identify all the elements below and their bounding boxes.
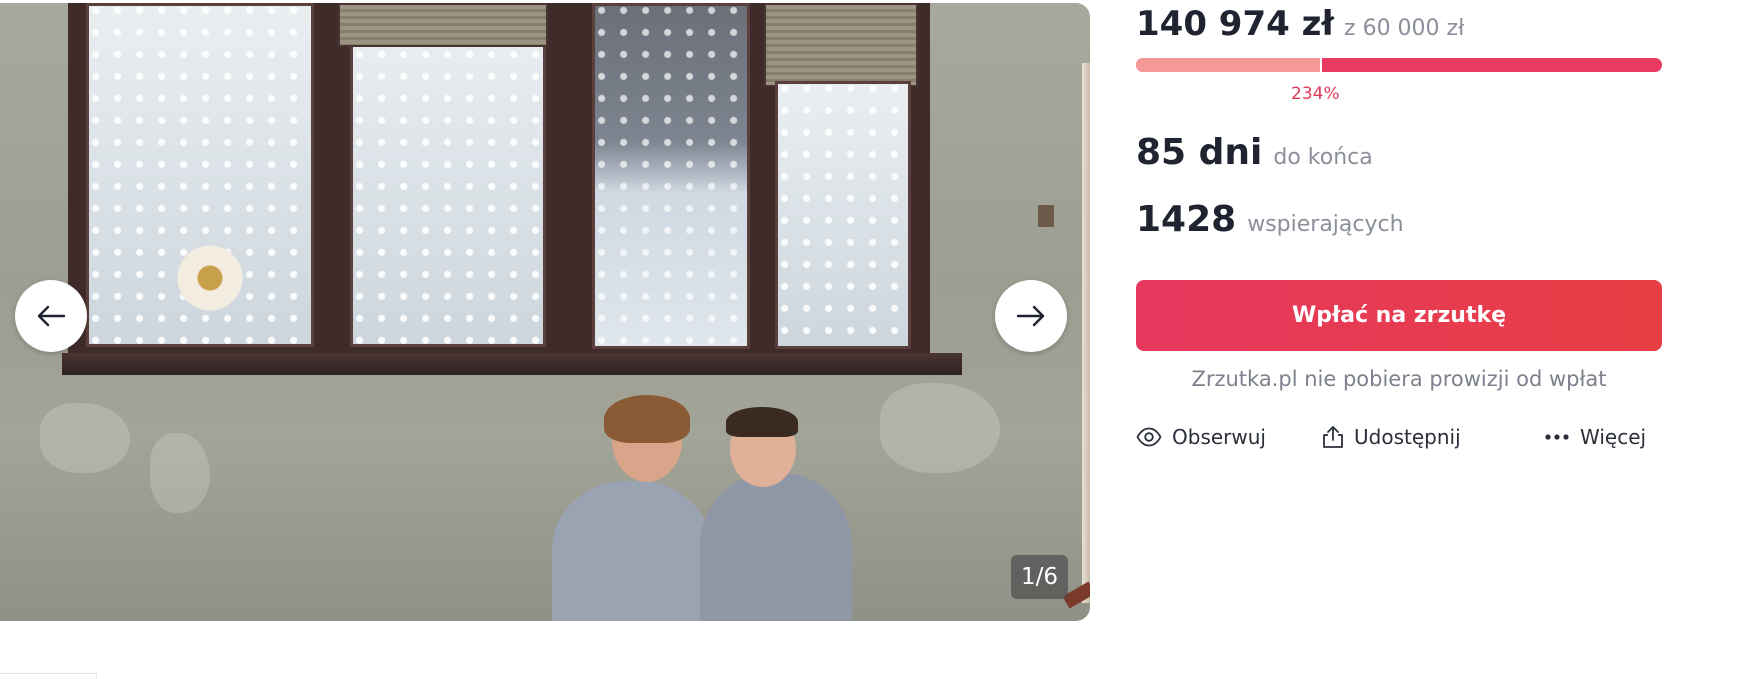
days-label: do końca — [1273, 145, 1373, 170]
person-right-hair — [726, 407, 798, 437]
gallery-next-button[interactable] — [995, 280, 1067, 352]
tab-divider — [96, 673, 97, 679]
window-blind — [764, 3, 918, 87]
progress-bar — [1136, 58, 1662, 72]
more-dots-icon — [1545, 434, 1569, 440]
follow-label: Obserwuj — [1172, 425, 1266, 449]
window-sill — [62, 353, 962, 375]
raised-amount: 140 974 zł — [1136, 4, 1335, 44]
eye-icon — [1136, 427, 1162, 447]
progress-fill — [1136, 58, 1323, 72]
goal-amount: z 60 000 zł — [1344, 16, 1465, 41]
share-icon — [1323, 426, 1343, 448]
wall-edge — [1082, 63, 1090, 603]
supporters-count: 1428 wspierających — [1136, 199, 1404, 240]
supporters-label: wspierających — [1247, 212, 1404, 237]
share-button[interactable]: Udostępnij — [1322, 425, 1461, 449]
no-commission-note: Zrzutka.pl nie pobiera prowizji od wpłat — [1191, 367, 1607, 391]
window-blind — [338, 3, 548, 47]
amount-raised: 140 974 zł z 60 000 zł — [1136, 4, 1464, 44]
gallery-counter: 1/6 — [1011, 555, 1068, 599]
wall-texture — [40, 403, 130, 473]
window-pane — [775, 81, 911, 349]
days-left: 85 dni do końca — [1136, 132, 1373, 173]
curtain-flower — [175, 243, 245, 313]
window-pane — [592, 3, 750, 349]
window-pane — [350, 25, 546, 347]
follow-button[interactable]: Obserwuj — [1136, 425, 1266, 449]
supporters-value: 1428 — [1136, 199, 1237, 240]
wall-switch — [1038, 205, 1054, 227]
arrow-left-icon — [37, 305, 66, 327]
donate-button[interactable]: Wpłać na zrzutkę — [1136, 280, 1662, 351]
person-right-body — [700, 473, 852, 621]
gallery-prev-button[interactable] — [15, 280, 87, 352]
wall-texture — [880, 383, 1000, 473]
progress-percent: 234% — [1291, 84, 1340, 104]
arrow-right-icon — [1016, 305, 1045, 327]
photo-gallery[interactable]: 1/6 — [0, 3, 1090, 621]
more-button[interactable]: Więcej — [1544, 425, 1646, 449]
share-label: Udostępnij — [1354, 425, 1461, 449]
person-left-hair — [604, 395, 690, 443]
tab-divider — [0, 673, 97, 674]
more-label: Więcej — [1580, 425, 1647, 449]
action-bar: Obserwuj Udostępnij Więcej — [1136, 425, 1662, 455]
wall-texture — [150, 433, 210, 513]
person-left-body — [552, 481, 712, 621]
days-value: 85 dni — [1136, 132, 1263, 173]
